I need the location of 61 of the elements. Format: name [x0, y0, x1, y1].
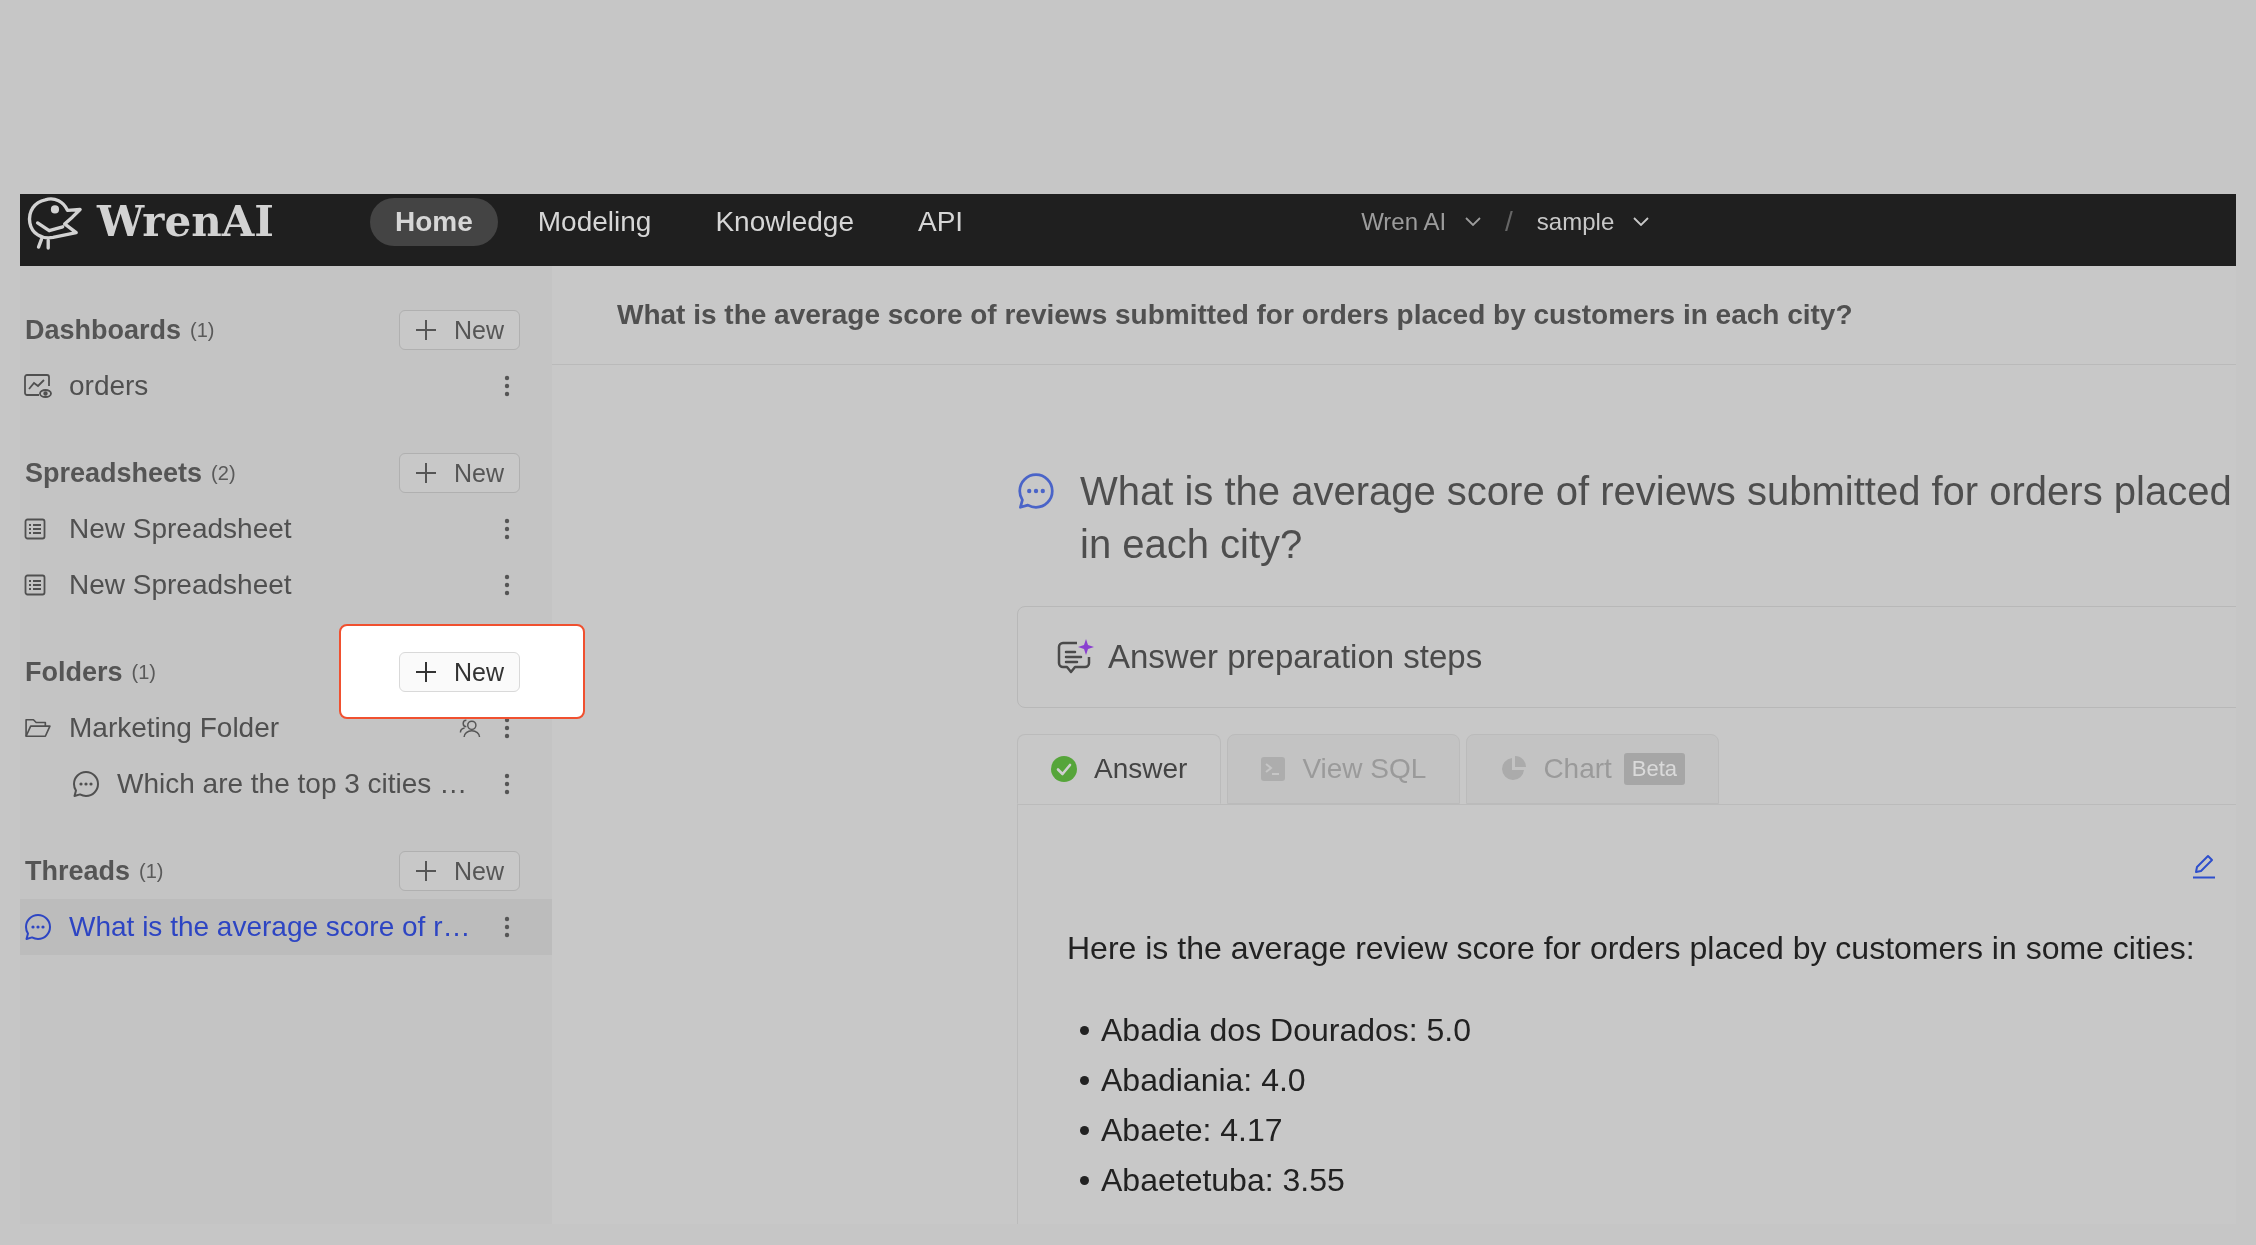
section-count: (2) — [211, 461, 236, 485]
section-count: (1) — [139, 859, 164, 883]
chat-icon — [1017, 472, 1055, 510]
section-count: (1) — [131, 660, 156, 684]
folder-icon — [24, 717, 52, 739]
bullet-icon — [1080, 1175, 1089, 1185]
breadcrumb-separator: / — [1505, 205, 1513, 238]
more-icon[interactable] — [504, 717, 510, 739]
bullet-icon — [1080, 1125, 1089, 1135]
sidebar-item[interactable]: What is the average score of r… — [20, 899, 552, 955]
section-count: (1) — [190, 318, 215, 342]
list-item-text: Abaete: 4.17 — [1101, 1111, 1283, 1149]
brand-name: WrenAI — [97, 197, 274, 246]
nav-tab[interactable]: API — [894, 197, 988, 246]
chevron-down-icon — [1465, 217, 1482, 226]
plus-icon — [416, 662, 436, 682]
more-icon[interactable] — [504, 773, 510, 795]
edit-icon[interactable] — [2192, 853, 2216, 879]
sidebar-item[interactable]: New Spreadsheet — [20, 557, 552, 613]
bullet-icon — [1080, 1025, 1089, 1035]
section-title: Spreadsheets — [25, 457, 203, 489]
more-icon[interactable] — [504, 518, 510, 540]
monitor-chart-icon — [24, 374, 52, 398]
table-icon — [24, 518, 46, 540]
new-button[interactable]: New — [399, 851, 520, 891]
chevron-down-icon — [1633, 217, 1650, 226]
sidebar-item[interactable]: New Spreadsheet — [20, 501, 552, 557]
chat-icon — [72, 770, 100, 798]
answer-steps-panel[interactable]: Answer preparation steps — [1017, 606, 2236, 708]
chat-icon — [24, 913, 52, 941]
sidebar-item[interactable]: orders — [20, 358, 552, 414]
more-icon[interactable] — [504, 375, 510, 397]
nav-tab[interactable]: Home — [370, 197, 498, 246]
sidebar-item[interactable]: Marketing Folder — [20, 700, 552, 756]
list-item-text: Abadia dos Dourados: 5.0 — [1101, 1011, 1472, 1049]
nav-tab[interactable]: Modeling — [513, 197, 676, 246]
list-item-text: Abadiania: 4.0 — [1101, 1061, 1306, 1099]
section-title: Dashboards — [25, 314, 182, 346]
plus-icon — [416, 320, 436, 340]
nav-tab[interactable]: Knowledge — [691, 197, 878, 246]
plus-icon — [416, 861, 436, 881]
bullet-icon — [1080, 1075, 1089, 1085]
more-icon[interactable] — [504, 574, 510, 596]
new-button[interactable]: New — [399, 652, 520, 692]
new-button[interactable]: New — [399, 310, 520, 350]
section-title: Threads — [25, 855, 131, 887]
result-tab[interactable]: Answer — [1017, 734, 1222, 804]
list-item-text: Abaetetuba: 3.55 — [1101, 1161, 1345, 1199]
sidebar-item[interactable]: Which are the top 3 cities … — [20, 756, 552, 812]
plus-icon — [416, 463, 436, 483]
section-title: Folders — [25, 656, 123, 688]
question-title: What is the average score of reviews submitted for orders placed in each city? — [1080, 468, 2232, 568]
breadcrumb-dropdown[interactable]: sample — [1536, 207, 1650, 236]
terminal-icon — [1261, 757, 1286, 781]
pie-chart-icon — [1500, 756, 1527, 782]
new-button[interactable]: New — [399, 453, 520, 493]
check-circle-icon — [1051, 756, 1077, 782]
thread-title: What is the average score of reviews submitted for orders placed by customers in each city? — [617, 299, 1853, 331]
table-icon — [24, 574, 46, 596]
more-icon[interactable] — [504, 916, 510, 938]
answer-text: Here is the average review score for orders placed by customers in some cities: — [1067, 929, 2196, 968]
